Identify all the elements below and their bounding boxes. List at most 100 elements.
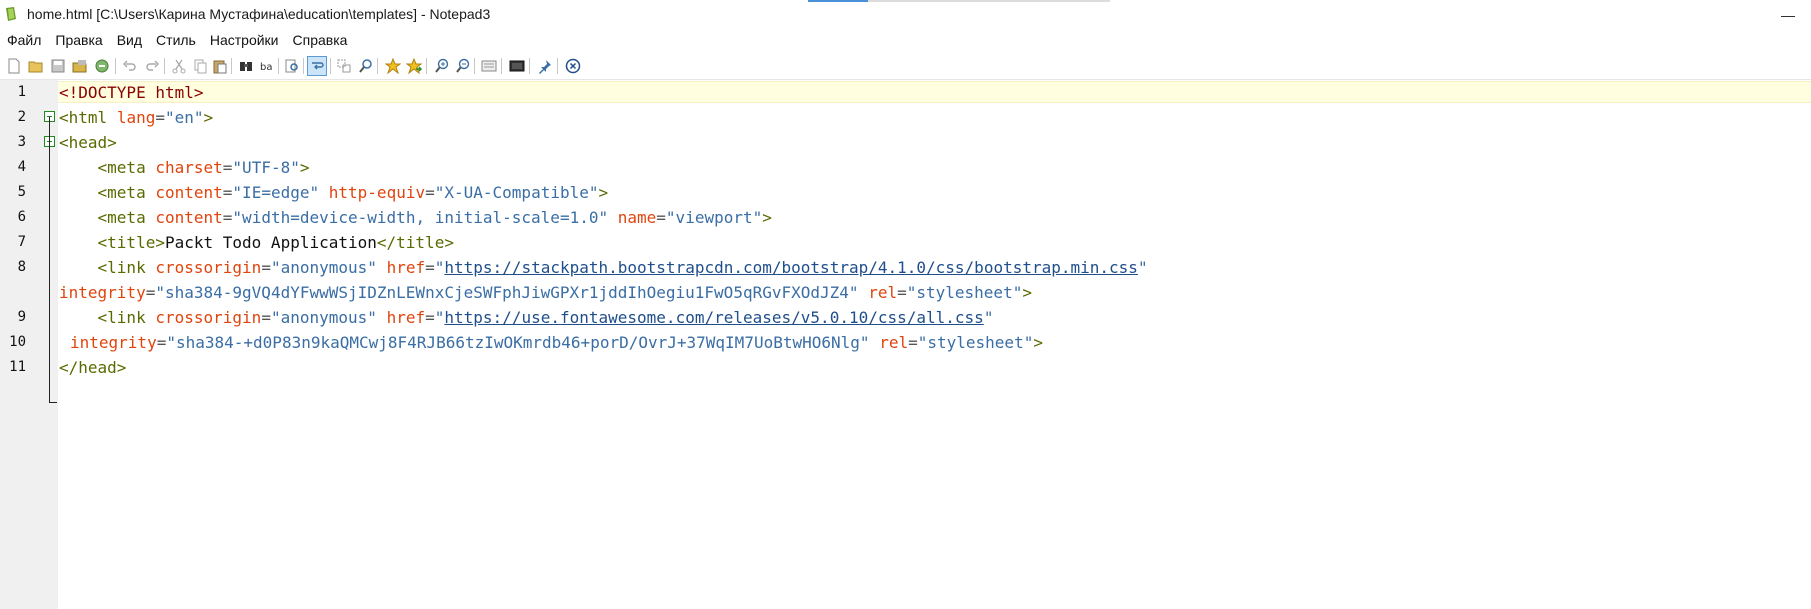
- close-icon[interactable]: [564, 57, 582, 75]
- toolbar-separator: [426, 58, 427, 74]
- string-token: "anonymous": [270, 258, 377, 277]
- replace-icon[interactable]: ba: [258, 57, 276, 75]
- menu-style[interactable]: Стиль: [149, 30, 203, 50]
- zoom-out-icon[interactable]: [454, 57, 472, 75]
- line-number: 1: [17, 84, 26, 100]
- toolbar-separator: [529, 58, 530, 74]
- equals-sign: =: [222, 183, 233, 202]
- toolbar-separator: [231, 58, 232, 74]
- attr-token: charset: [155, 158, 223, 177]
- open-folder-icon[interactable]: [27, 57, 45, 75]
- tag-close-token: >: [203, 108, 214, 127]
- attr-token: name: [617, 208, 657, 227]
- line-number: 5: [17, 184, 26, 200]
- equals-sign: =: [656, 208, 666, 227]
- word-wrap-icon[interactable]: [307, 56, 327, 76]
- minimize-icon: —: [1781, 6, 1795, 23]
- url-link[interactable]: https://stackpath.bootstrapcdn.com/boots…: [444, 258, 1138, 277]
- save-as-icon[interactable]: [71, 57, 89, 75]
- pin-icon[interactable]: [536, 57, 554, 75]
- code-line-8: <link crossorigin="anonymous" href="http…: [59, 255, 1148, 280]
- string-token: "stylesheet": [917, 333, 1034, 352]
- code-line-11: </head>: [59, 355, 126, 380]
- bookmark-icon[interactable]: [384, 57, 402, 75]
- fold-guide-line: [49, 117, 50, 403]
- string-token: "en": [164, 108, 204, 127]
- string-token: "sha384-+d0P83n9kaQMCwj8F4RJB66tzIwOKmrd…: [166, 333, 870, 352]
- attr-token: rel: [879, 333, 909, 352]
- toolbar-separator: [164, 58, 165, 74]
- save-icon[interactable]: [49, 57, 67, 75]
- attr-token: integrity: [70, 333, 157, 352]
- quote-token: ": [983, 308, 994, 327]
- title-bar: home.html [C:\Users\Карина Мустафина\edu…: [0, 0, 1811, 29]
- string-token: "IE=edge": [232, 183, 320, 202]
- menu-view[interactable]: Вид: [110, 30, 149, 50]
- string-token: "anonymous": [270, 308, 377, 327]
- svg-text:ba: ba: [260, 62, 272, 73]
- title-accent-track: [868, 0, 1110, 2]
- equals-sign: =: [222, 158, 233, 177]
- tag-token: </head>: [59, 358, 127, 377]
- menu-help[interactable]: Справка: [286, 30, 355, 50]
- line-number: 6: [17, 209, 26, 225]
- minimize-button[interactable]: —: [1765, 0, 1811, 29]
- redo-icon[interactable]: [143, 57, 161, 75]
- undo-icon[interactable]: [121, 57, 139, 75]
- view-icon[interactable]: [480, 57, 498, 75]
- tag-close-token: >: [299, 158, 310, 177]
- editor[interactable]: 1 2 3 4 5 6 7 8 9 10 11 <!DOCTYPE html> …: [0, 80, 1811, 609]
- title-accent: [808, 0, 868, 2]
- equals-sign: =: [222, 208, 233, 227]
- tag-token: <meta: [97, 183, 146, 202]
- attr-token: href: [386, 308, 426, 327]
- line-number: 3: [17, 134, 26, 150]
- code-line-2: <html lang="en">: [59, 105, 213, 130]
- zoom-find-icon[interactable]: [357, 57, 375, 75]
- toolbar-separator: [303, 58, 304, 74]
- tag-close-token: >: [598, 183, 609, 202]
- equals-sign: =: [425, 308, 435, 327]
- tag-token: <meta: [97, 158, 146, 177]
- string-token: "width=device-width, initial-scale=1.0": [232, 208, 609, 227]
- copy-icon[interactable]: [191, 57, 209, 75]
- code-line-5: <meta content="IE=edge" http-equiv="X-UA…: [59, 180, 609, 205]
- screen-icon[interactable]: [508, 57, 526, 75]
- tag-close-token: >: [762, 208, 772, 227]
- line-number: 9: [17, 309, 26, 325]
- menu-bar: Файл Правка Вид Стиль Настройки Справка: [0, 29, 1811, 51]
- code-line-7: <title>Packt Todo Application</title>: [59, 230, 454, 255]
- cut-icon[interactable]: [170, 57, 188, 75]
- tag-token: <html: [59, 108, 108, 127]
- attr-token: crossorigin: [155, 308, 262, 327]
- find-file-icon[interactable]: [283, 57, 301, 75]
- url-link[interactable]: https://use.fontawesome.com/releases/v5.…: [444, 308, 983, 327]
- find-icon[interactable]: [237, 57, 255, 75]
- line-number: 4: [17, 159, 26, 175]
- menu-settings[interactable]: Настройки: [203, 30, 286, 50]
- app-icon: [4, 6, 18, 22]
- string-token: "sha384-9gVQ4dYFwwWSjIDZnLEWnxCjeSWFphJi…: [155, 283, 859, 302]
- line-number: 8: [17, 259, 26, 275]
- code-line-6: <meta content="width=device-width, initi…: [59, 205, 772, 230]
- tag-token: <meta: [97, 208, 146, 227]
- paste-icon[interactable]: [211, 57, 229, 75]
- zoom-in-icon[interactable]: [433, 57, 451, 75]
- menu-edit[interactable]: Правка: [48, 30, 109, 50]
- tag-token: </title>: [376, 233, 454, 252]
- string-token: "viewport": [665, 208, 763, 227]
- current-line-highlight: [58, 81, 1811, 103]
- code-line-1: <!DOCTYPE html>: [59, 80, 204, 105]
- toolbar-separator: [278, 58, 279, 74]
- menu-file[interactable]: Файл: [0, 30, 48, 50]
- attr-token: content: [155, 183, 223, 202]
- bookmark-next-icon[interactable]: [405, 57, 423, 75]
- window-controls: —: [1765, 0, 1811, 29]
- select-icon[interactable]: [335, 57, 353, 75]
- browse-icon[interactable]: [93, 57, 111, 75]
- tag-close-token: >: [1022, 283, 1032, 302]
- new-file-icon[interactable]: [5, 57, 23, 75]
- quote-token: ": [434, 258, 445, 277]
